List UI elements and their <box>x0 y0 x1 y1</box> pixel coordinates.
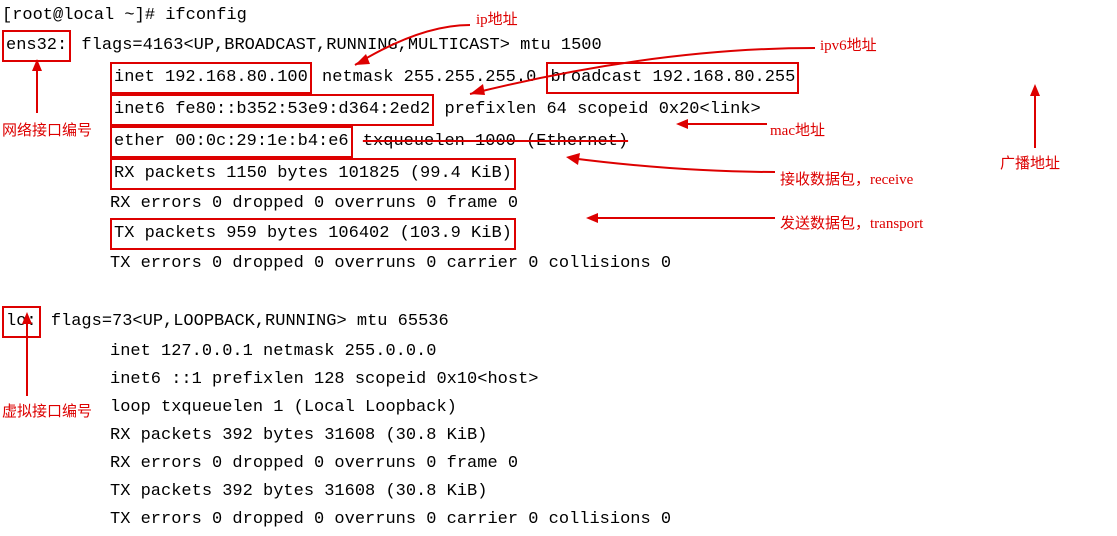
ens32-ether: ether 00:0c:29:1e:b4:e6 <box>110 126 353 158</box>
ens32-rx-err-line: RX errors 0 dropped 0 overruns 0 frame 0 <box>2 190 1117 218</box>
prompt-line: [root@local ~]# ifconfig <box>2 2 1117 30</box>
ens32-inet6-rest: prefixlen 64 scopeid 0x20<link> <box>444 100 760 119</box>
ens32-inet-line: inet 192.168.80.100 netmask 255.255.255.… <box>2 62 1117 94</box>
ann-rx-label: 接收数据包，receive <box>780 166 913 194</box>
ann-ipv6-addr: ipv6地址 <box>820 32 877 60</box>
iface-name-ens32: ens32: <box>2 30 71 62</box>
lo-rx-err-line: RX errors 0 dropped 0 overruns 0 frame 0 <box>2 450 1117 478</box>
ens32-txqueue: txqueuelen 1000 (Ethernet) <box>363 132 628 151</box>
blank-line <box>2 278 1117 306</box>
ann-virtual-iface-num: 虚拟接口编号 <box>2 398 92 426</box>
ens32-netmask: netmask 255.255.255.0 <box>322 68 546 87</box>
iface-name-lo: lo: <box>2 306 41 338</box>
lo-flags: flags=73<UP,LOOPBACK,RUNNING> mtu 65536 <box>51 312 449 331</box>
ann-tx-label: 发送数据包，transport <box>780 210 923 238</box>
lo-loop-line: loop txqueuelen 1 (Local Loopback) <box>2 394 1117 422</box>
lo-inet6-line: inet6 ::1 prefixlen 128 scopeid 0x10<hos… <box>2 366 1117 394</box>
ens32-ether-line: ether 00:0c:29:1e:b4:e6 txqueuelen 1000 … <box>2 126 1117 158</box>
ens32-rx-pkts-line: RX packets 1150 bytes 101825 (99.4 KiB) <box>2 158 1117 190</box>
ens32-tx-pkts-line: TX packets 959 bytes 106402 (103.9 KiB) <box>2 218 1117 250</box>
ens32-rx-pkts: RX packets 1150 bytes 101825 (99.4 KiB) <box>110 158 516 190</box>
lo-tx-err-line: TX errors 0 dropped 0 overruns 0 carrier… <box>2 506 1117 534</box>
ens32-tx-pkts: TX packets 959 bytes 106402 (103.9 KiB) <box>110 218 516 250</box>
ann-mac-addr: mac地址 <box>770 117 825 145</box>
ens32-inet6-line: inet6 fe80::b352:53e9:d364:2ed2 prefixle… <box>2 94 1117 126</box>
lo-inet-line: inet 127.0.0.1 netmask 255.0.0.0 <box>2 338 1117 366</box>
ens32-flags-line: ens32: flags=4163<UP,BROADCAST,RUNNING,M… <box>2 30 1117 62</box>
ens32-inet6: inet6 fe80::b352:53e9:d364:2ed2 <box>110 94 434 126</box>
ens32-broadcast: broadcast 192.168.80.255 <box>546 62 799 94</box>
ens32-tx-err-line: TX errors 0 dropped 0 overruns 0 carrier… <box>2 250 1117 278</box>
lo-rx-pkts-line: RX packets 392 bytes 31608 (30.8 KiB) <box>2 422 1117 450</box>
ens32-inet: inet 192.168.80.100 <box>110 62 312 94</box>
ann-ip-addr: ip地址 <box>476 6 518 34</box>
shell-prompt: [root@local ~]# ifconfig <box>2 6 247 25</box>
ann-net-iface-num: 网络接口编号 <box>2 117 92 145</box>
lo-flags-line: lo: flags=73<UP,LOOPBACK,RUNNING> mtu 65… <box>2 306 1117 338</box>
lo-tx-pkts-line: TX packets 392 bytes 31608 (30.8 KiB) <box>2 478 1117 506</box>
ann-broadcast-addr: 广播地址 <box>1000 150 1060 178</box>
ens32-flags: flags=4163<UP,BROADCAST,RUNNING,MULTICAS… <box>81 36 601 55</box>
